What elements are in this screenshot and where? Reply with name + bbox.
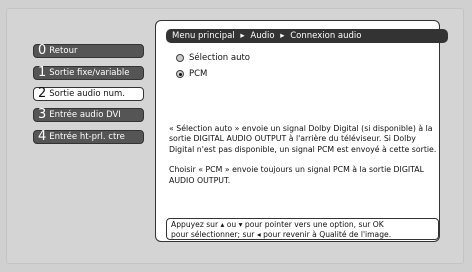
breadcrumb-item-audio: Audio — [250, 31, 275, 41]
menu-item-number: 0 — [38, 43, 47, 58]
menu-item-label: Entrée audio DVI — [49, 110, 121, 120]
help-line-2: pour sélectionner; sur ◂ pour revenir à … — [171, 230, 438, 240]
menu-item-dvi-audio-input[interactable]: 3 Entrée audio DVI — [33, 108, 144, 122]
radio-button-selected-icon[interactable] — [176, 70, 184, 78]
help-text: pour pointer vers une option, sur OK — [244, 220, 384, 229]
option-label: PCM — [189, 69, 208, 79]
menu-item-number: 2 — [38, 86, 47, 101]
menu-item-center-speaker-input[interactable]: 4 Entrée ht-prl. ctre — [33, 130, 144, 144]
breadcrumb-item-audio-connection: Connexion audio — [290, 31, 362, 41]
help-bar: Appuyez sur ▴ ou ▾ pour pointer vers une… — [166, 218, 439, 240]
menu-item-number: 4 — [38, 129, 47, 144]
option-auto-select[interactable]: Sélection auto — [176, 53, 250, 63]
breadcrumb-item-main-menu: Menu principal — [172, 31, 235, 41]
menu-item-fixed-variable-output[interactable]: 1 Sortie fixe/variable — [33, 66, 144, 80]
menu-item-number: 3 — [38, 107, 47, 122]
menu-item-label: Entrée ht-prl. ctre — [49, 132, 125, 142]
help-line-1: Appuyez sur ▴ ou ▾ pour pointer vers une… — [171, 220, 438, 230]
arrow-down-icon: ▾ — [238, 220, 243, 229]
menu-item-digital-audio-output[interactable]: 2 Sortie audio num. — [33, 87, 144, 101]
option-pcm[interactable]: PCM — [176, 69, 207, 79]
arrow-left-icon: ◂ — [256, 229, 261, 239]
option-description: « Sélection auto » envoie un signal Dolb… — [169, 124, 439, 196]
menu-item-label: Sortie fixe/variable — [49, 68, 130, 78]
option-label: Sélection auto — [189, 53, 251, 63]
arrow-up-icon: ▴ — [220, 220, 225, 229]
description-paragraph-pcm: Choisir « PCM » envoie toujours un signa… — [169, 165, 424, 185]
menu-item-number: 1 — [38, 65, 47, 80]
help-text: Appuyez sur — [171, 220, 219, 229]
breadcrumb: Menu principal ▸ Audio ▸ Connexion audio — [166, 29, 448, 43]
help-text: pour revenir à Qualité de l'image. — [263, 229, 392, 239]
menu-item-label: Sortie audio num. — [49, 89, 126, 99]
breadcrumb-separator-icon: ▸ — [240, 31, 245, 41]
breadcrumb-separator-icon: ▸ — [280, 31, 285, 41]
radio-button-icon[interactable] — [176, 54, 184, 62]
help-text: pour sélectionner; sur — [171, 229, 255, 239]
menu-item-label: Retour — [49, 46, 78, 56]
menu-item-return[interactable]: 0 Retour — [33, 44, 144, 58]
help-text: ou — [226, 220, 237, 229]
description-paragraph-auto: « Sélection auto » envoie un signal Dolb… — [169, 124, 437, 154]
